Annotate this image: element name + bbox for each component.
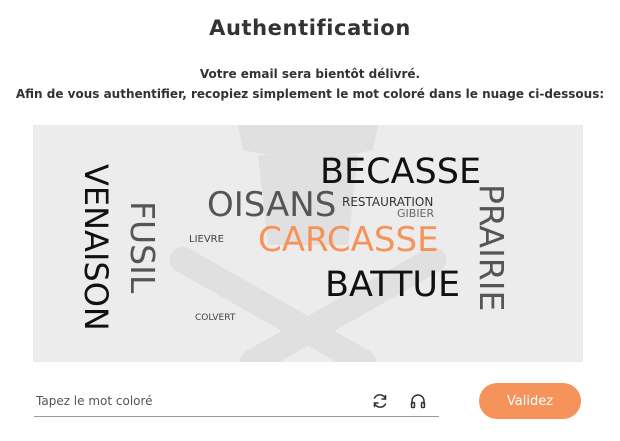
- refresh-icon[interactable]: [370, 391, 390, 411]
- captcha-word-oisans: OISANS: [207, 185, 337, 225]
- captcha-answer-input[interactable]: [34, 386, 358, 416]
- captcha-word-cloud: VENAISON FUSIL LIEVRE OISANS BECASSE RES…: [33, 125, 583, 362]
- instruction-line-2: Afin de vous authentifier, recopiez simp…: [15, 87, 605, 101]
- page-title: Authentification: [209, 16, 411, 40]
- submit-button[interactable]: Validez: [479, 383, 581, 419]
- captcha-word-venaison: VENAISON: [77, 164, 115, 331]
- headphones-icon[interactable]: [408, 391, 428, 411]
- captcha-word-colvert: COLVERT: [195, 313, 236, 323]
- captcha-word-gibier: GIBIER: [397, 207, 435, 220]
- captcha-word-becasse: BECASSE: [320, 152, 482, 192]
- captcha-answer-field: [34, 386, 439, 417]
- captcha-word-prairie: PRAIRIE: [472, 184, 511, 312]
- captcha-word-battue: BATTUE: [325, 265, 461, 305]
- captcha-word-carcasse: CARCASSE: [258, 220, 439, 260]
- captcha-word-fusil: FUSIL: [123, 201, 162, 294]
- instruction-line-1: Votre email sera bientôt délivré.: [199, 67, 421, 81]
- captcha-word-lievre: LIEVRE: [189, 234, 224, 245]
